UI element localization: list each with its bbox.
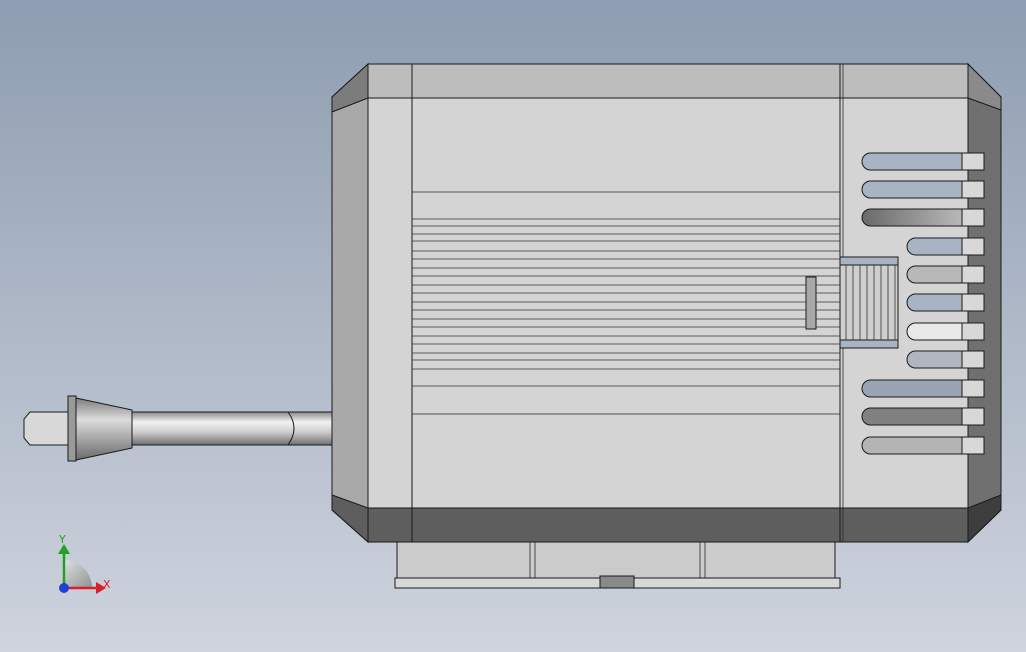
y-axis-label: Y xyxy=(58,533,66,546)
cad-viewport[interactable]: Y X xyxy=(0,0,1026,652)
terminal-tab xyxy=(805,276,817,330)
vent-slot-bridge xyxy=(961,350,985,369)
fan-cover[interactable] xyxy=(839,62,1002,544)
connector-block xyxy=(839,256,899,349)
cad-model-view[interactable]: Y X xyxy=(0,0,1026,652)
motor-housing[interactable] xyxy=(411,63,841,543)
drain-plug xyxy=(599,575,635,589)
connector-top-rail xyxy=(839,256,899,266)
connector-bottom-rail xyxy=(839,339,899,349)
vent-slot-bridge xyxy=(961,265,985,284)
vent-slot xyxy=(906,350,963,369)
connector-frame xyxy=(839,256,899,348)
vent-slot xyxy=(906,322,963,341)
vent-slot-bridge xyxy=(961,379,985,398)
vent-slot xyxy=(906,265,963,284)
shaft-collar xyxy=(67,395,77,462)
vent-slot-bridge xyxy=(961,436,985,455)
vent-slot-bridge xyxy=(961,407,985,426)
vent-slot xyxy=(906,293,963,312)
housing-bottom-band xyxy=(411,507,841,543)
vent-slot-bridge xyxy=(961,180,985,199)
housing-top-band xyxy=(411,63,841,99)
mounting-base[interactable] xyxy=(394,541,841,589)
vent-slot xyxy=(861,407,963,426)
vent-slot-bridge xyxy=(961,293,985,312)
shaft-tip xyxy=(23,411,71,446)
vent-slot-bridge xyxy=(961,208,985,227)
vent-slot xyxy=(906,237,963,256)
vent-slot xyxy=(861,436,963,455)
shaft-shoulder xyxy=(287,411,335,446)
x-axis-label: X xyxy=(103,578,111,591)
vent-slot-bridge xyxy=(961,322,985,341)
vent-slot xyxy=(861,152,963,171)
vent-slot xyxy=(861,180,963,199)
vent-slot-bridge xyxy=(961,237,985,256)
shaft-body xyxy=(131,411,296,446)
vent-slot-bridge xyxy=(961,152,985,171)
z-axis-point xyxy=(59,583,69,593)
front-end-cap[interactable] xyxy=(331,62,413,544)
vent-slot xyxy=(861,379,963,398)
vent-slot xyxy=(861,208,963,227)
